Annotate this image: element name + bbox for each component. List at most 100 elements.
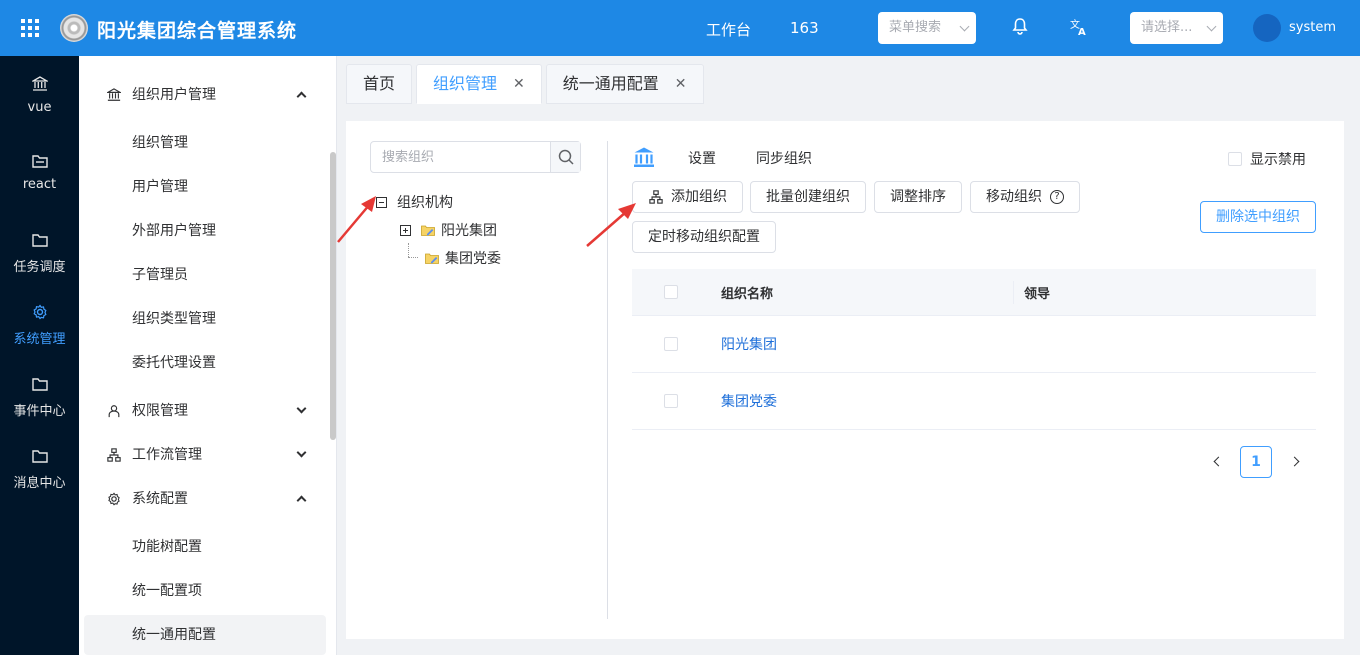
- app-grid-icon[interactable]: [21, 19, 39, 37]
- tree-node-yangguang[interactable]: 阳光集团: [400, 220, 497, 240]
- page-number-current[interactable]: 1: [1240, 446, 1272, 478]
- row-checkbox[interactable]: [664, 337, 678, 351]
- org-table: 组织名称 领导 阳光集团 集团党委: [632, 269, 1316, 430]
- user-icon: [108, 405, 120, 418]
- tab-label: 统一通用配置: [562, 74, 659, 93]
- sidebar-item-org-type[interactable]: 组织类型管理: [84, 299, 326, 339]
- button-label: 移动组织: [986, 189, 1042, 205]
- folder-edit-icon: [421, 225, 435, 236]
- sidebar-item-unified-config[interactable]: 统一配置项: [84, 571, 326, 611]
- rail-item-task[interactable]: 任务调度: [0, 232, 79, 275]
- rail-label: 系统管理: [13, 332, 66, 347]
- adjust-order-button[interactable]: 调整排序: [874, 181, 962, 213]
- chevron-down-icon: [296, 447, 307, 458]
- close-icon[interactable]: ✕: [513, 64, 525, 104]
- annotation-arrow: [337, 196, 376, 243]
- sync-org-link[interactable]: 同步组织: [756, 148, 812, 168]
- folder-icon: [31, 234, 48, 247]
- rail-item-message[interactable]: 消息中心: [0, 448, 79, 491]
- button-label: 调整排序: [890, 189, 946, 205]
- row-checkbox-cell: [664, 316, 678, 372]
- button-label: 定时移动组织配置: [648, 229, 760, 245]
- menu-search-select[interactable]: 菜单搜索: [878, 12, 976, 44]
- tab-org-management[interactable]: 组织管理 ✕: [416, 64, 542, 104]
- next-page-button[interactable]: [1284, 450, 1308, 474]
- search-icon: [558, 149, 574, 165]
- gear-icon: [32, 304, 47, 320]
- rail-item-system[interactable]: 系统管理: [0, 304, 79, 347]
- tab-home[interactable]: 首页: [346, 64, 413, 104]
- bank-icon: [107, 88, 121, 101]
- select-all-checkbox[interactable]: [664, 285, 678, 299]
- sidebar-group-system-config[interactable]: 系统配置: [84, 479, 326, 519]
- move-org-button[interactable]: 移动组织 ?: [970, 181, 1080, 213]
- app-title: 阳光集团综合管理系统: [97, 20, 298, 42]
- table-header: 组织名称 领导: [632, 269, 1316, 316]
- sidebar-item-label: 组织类型管理: [132, 311, 216, 327]
- sidebar-item-label: 组织管理: [132, 135, 188, 151]
- sidebar-group-label: 权限管理: [132, 403, 188, 419]
- sidebar-item-user-management[interactable]: 用户管理: [84, 167, 326, 207]
- prev-page-button[interactable]: [1204, 450, 1228, 474]
- row-checkbox[interactable]: [664, 394, 678, 408]
- tree-node-label: 组织机构: [397, 195, 453, 211]
- bell-icon[interactable]: [1009, 17, 1031, 39]
- sidebar-item-org-management[interactable]: 组织管理: [84, 123, 326, 163]
- sidebar-item-sub-admin[interactable]: 子管理员: [84, 255, 326, 295]
- expand-icon[interactable]: [400, 224, 411, 236]
- tree-node-root[interactable]: 组织机构: [376, 192, 453, 212]
- chevron-up-icon: [296, 495, 307, 506]
- tab-label: 首页: [363, 74, 396, 93]
- org-name-link[interactable]: 集团党委: [721, 373, 777, 429]
- sidebar-item-label: 外部用户管理: [132, 223, 216, 239]
- count-link[interactable]: 163: [790, 19, 819, 37]
- translate-icon[interactable]: 文A: [1068, 17, 1090, 39]
- workbench-link[interactable]: 工作台: [706, 19, 751, 40]
- column-header-name: 组织名称: [721, 286, 774, 302]
- show-disabled-toggle[interactable]: 显示禁用: [1228, 149, 1306, 169]
- rail-label: react: [22, 177, 57, 192]
- close-icon[interactable]: ✕: [675, 64, 687, 104]
- org-search-box: [370, 141, 581, 173]
- rail-item-vue[interactable]: vue: [0, 76, 79, 115]
- org-search-input[interactable]: [371, 142, 551, 172]
- search-button[interactable]: [550, 142, 580, 172]
- org-select[interactable]: 请选择...: [1130, 12, 1223, 44]
- help-icon[interactable]: ?: [1050, 190, 1064, 204]
- sidebar-item-function-tree[interactable]: 功能树配置: [84, 527, 326, 567]
- sidebar-item-label: 用户管理: [132, 179, 188, 195]
- username[interactable]: system: [1289, 20, 1336, 35]
- scheduled-move-config-button[interactable]: 定时移动组织配置: [632, 221, 776, 253]
- org-tree-icon: [649, 190, 663, 204]
- show-disabled-checkbox[interactable]: [1228, 152, 1242, 166]
- folder-icon: [31, 378, 48, 391]
- sidebar-group-permission[interactable]: 权限管理: [84, 391, 326, 431]
- sidebar-group-label: 工作流管理: [132, 447, 202, 463]
- org-select-placeholder: 请选择...: [1141, 20, 1193, 35]
- column-divider: [1013, 281, 1014, 304]
- add-org-button[interactable]: 添加组织: [632, 181, 743, 213]
- bank-icon: [31, 76, 48, 91]
- bank-icon: [634, 147, 654, 167]
- gear-icon: [108, 492, 120, 506]
- settings-link[interactable]: 设置: [688, 148, 716, 168]
- rail-item-event[interactable]: 事件中心: [0, 376, 79, 419]
- avatar[interactable]: [1253, 14, 1281, 42]
- sidebar-item-external-user[interactable]: 外部用户管理: [84, 211, 326, 251]
- rail-item-react[interactable]: react: [0, 153, 79, 192]
- sidebar-item-general-config[interactable]: 统一通用配置: [84, 615, 326, 655]
- chevron-down-icon: [296, 403, 307, 414]
- top-bar: 阳光集团综合管理系统 工作台 163 菜单搜索 文A 请选择... system: [0, 0, 1360, 56]
- show-disabled-label: 显示禁用: [1250, 152, 1306, 168]
- delete-selected-org-button[interactable]: 删除选中组织: [1200, 201, 1316, 233]
- org-tree-icon: [107, 448, 121, 462]
- button-label: 删除选中组织: [1216, 209, 1300, 225]
- tree-node-party-committee[interactable]: 集团党委: [425, 248, 501, 268]
- sidebar-group-org-user[interactable]: 组织用户管理: [84, 75, 326, 115]
- sidebar-item-delegate[interactable]: 委托代理设置: [84, 343, 326, 383]
- folder-edit-icon: [425, 253, 439, 264]
- org-name-link[interactable]: 阳光集团: [721, 316, 777, 372]
- tab-general-config[interactable]: 统一通用配置 ✕: [545, 64, 704, 104]
- sidebar-group-workflow[interactable]: 工作流管理: [84, 435, 326, 475]
- batch-create-org-button[interactable]: 批量创建组织: [750, 181, 866, 213]
